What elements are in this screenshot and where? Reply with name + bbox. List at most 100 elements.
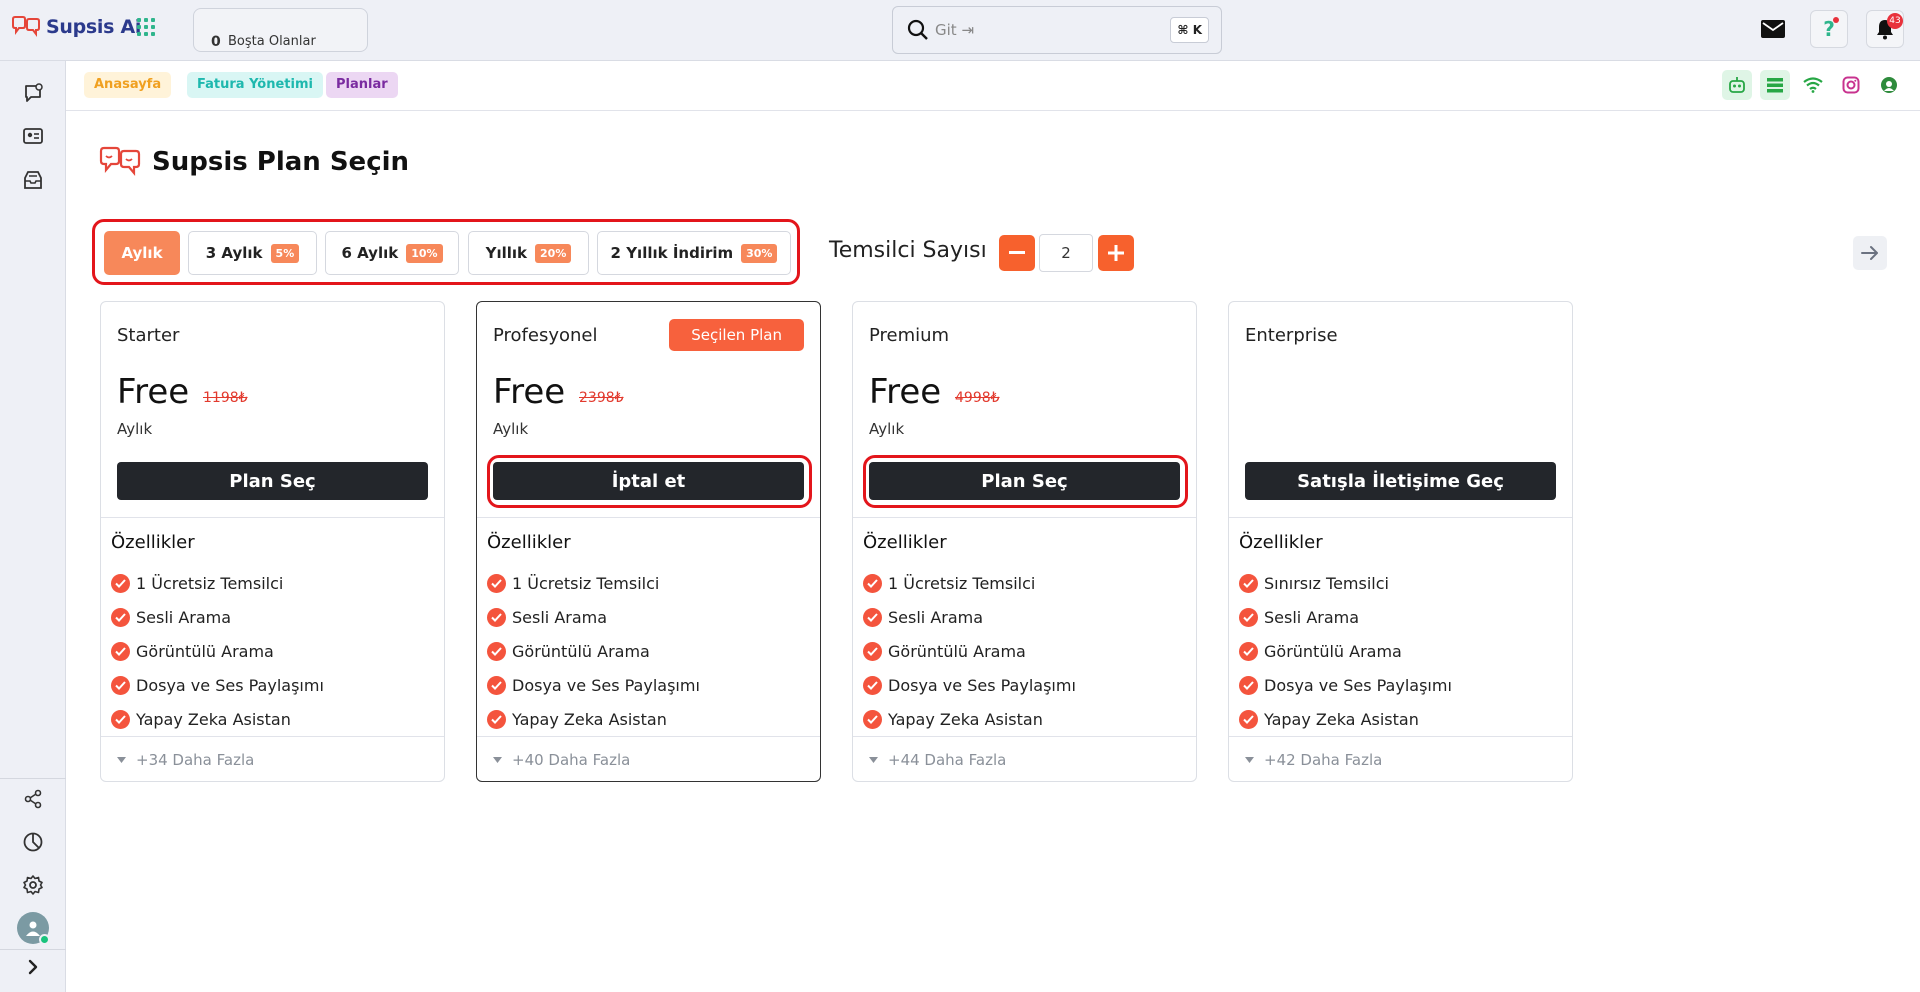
check-icon — [111, 675, 130, 695]
show-more-toggle[interactable]: +34 Daha Fazla — [117, 751, 254, 769]
online-status-dot — [39, 934, 50, 945]
list-item: 1 Ücretsiz Temsilci — [111, 566, 324, 600]
cancel-plan-button[interactable]: İptal et — [493, 462, 804, 500]
list-item: Sesli Arama — [487, 600, 700, 634]
plan-name: Enterprise — [1245, 325, 1338, 346]
plan-price: Free — [869, 372, 942, 412]
list-item: 1 Ücretsiz Temsilci — [487, 566, 700, 600]
plan-period: Aylık — [493, 420, 529, 438]
logo-icon — [12, 16, 40, 37]
check-icon — [863, 675, 882, 695]
list-icon[interactable] — [1760, 70, 1790, 100]
list-item: Görüntülü Arama — [111, 634, 324, 668]
user-avatar[interactable] — [17, 912, 50, 945]
breadcrumb-bar: Anasayfa Fatura Yönetimi Planlar — [66, 61, 1920, 111]
instagram-icon[interactable] — [1836, 70, 1866, 100]
representative-count-input[interactable]: 2 — [1039, 234, 1093, 272]
select-plan-button[interactable]: Plan Seç — [117, 462, 428, 500]
idle-agents-box[interactable]: 0 Boşta Olanlar — [193, 8, 368, 52]
notification-bell-icon[interactable]: 43 — [1866, 10, 1904, 48]
check-icon — [487, 709, 506, 729]
next-arrow-button[interactable] — [1853, 236, 1887, 270]
list-item: Dosya ve Ses Paylaşımı — [111, 668, 324, 702]
plan-card-profesyonel: Profesyonel Seçilen Plan Free 2398₺ Aylı… — [476, 301, 821, 782]
check-icon — [863, 607, 882, 627]
features-title: Özellikler — [487, 532, 571, 553]
breadcrumb-planlar[interactable]: Planlar — [326, 72, 398, 98]
list-item: Yapay Zeka Asistan — [863, 702, 1076, 736]
page-header: Supsis Plan Seçin — [98, 146, 409, 178]
headset-status-icon[interactable] — [1874, 70, 1904, 100]
list-item: Yapay Zeka Asistan — [487, 702, 700, 736]
contacts-icon[interactable] — [20, 123, 46, 149]
feature-list: 1 Ücretsiz Temsilci Sesli Arama Görüntül… — [863, 566, 1076, 736]
list-item: Dosya ve Ses Paylaşımı — [863, 668, 1076, 702]
check-icon — [487, 675, 506, 695]
expand-sidebar-chevron-icon[interactable] — [20, 954, 46, 980]
period-aylik-button[interactable]: Aylık — [104, 231, 180, 275]
caret-down-icon — [869, 757, 878, 763]
show-more-toggle[interactable]: +40 Daha Fazla — [493, 751, 630, 769]
list-item: Sesli Arama — [863, 600, 1076, 634]
bot-icon[interactable] — [1722, 70, 1752, 100]
plan-old-price: 1198₺ — [203, 390, 248, 406]
apps-grid-icon[interactable] — [137, 18, 155, 36]
minus-icon — [1009, 251, 1025, 254]
check-icon — [1239, 573, 1258, 593]
period-yillik-button[interactable]: Yıllık 20% — [468, 231, 589, 275]
wifi-icon[interactable] — [1798, 70, 1828, 100]
list-item: Dosya ve Ses Paylaşımı — [487, 668, 700, 702]
arrow-right-icon — [1861, 246, 1878, 260]
inbox-icon[interactable] — [20, 167, 46, 193]
show-more-toggle[interactable]: +42 Daha Fazla — [1245, 751, 1382, 769]
search-input[interactable]: Git ⇥ ⌘ K — [892, 6, 1222, 54]
chat-icon[interactable] — [20, 80, 46, 106]
decrease-button[interactable] — [999, 235, 1035, 271]
discount-badge: 30% — [741, 243, 778, 263]
help-icon[interactable]: ? — [1810, 10, 1848, 48]
mail-icon[interactable] — [1754, 10, 1792, 48]
plan-card-starter: Starter Free 1198₺ Aylık Plan Seç Özelli… — [100, 301, 445, 782]
show-more-toggle[interactable]: +44 Daha Fazla — [869, 751, 1006, 769]
check-icon — [111, 641, 130, 661]
app-logo[interactable]: Supsis Ai — [10, 15, 141, 39]
check-icon — [111, 709, 130, 729]
supsis-logo-icon — [99, 146, 141, 177]
period-6-aylik-button[interactable]: 6 Aylık 10% — [325, 231, 459, 275]
discount-badge: 10% — [406, 243, 443, 263]
contact-sales-button[interactable]: Satışla İletişime Geç — [1245, 462, 1556, 500]
check-icon — [111, 573, 130, 593]
caret-down-icon — [117, 757, 126, 763]
breadcrumb-fatura-yonetimi[interactable]: Fatura Yönetimi — [187, 72, 323, 98]
share-icon[interactable] — [20, 786, 46, 812]
top-bar: Supsis Ai 0 Boşta Olanlar Git ⇥ ⌘ K ? 43 — [0, 0, 1920, 61]
caret-down-icon — [1245, 757, 1254, 763]
period-3-aylik-button[interactable]: 3 Aylık 5% — [188, 231, 317, 275]
check-icon — [1239, 709, 1258, 729]
period-label: 2 Yıllık İndirim — [610, 244, 734, 262]
period-label: Aylık — [121, 244, 163, 262]
check-icon — [863, 709, 882, 729]
notification-count: 43 — [1887, 13, 1903, 29]
list-item: Sınırsız Temsilci — [1239, 566, 1452, 600]
settings-gear-icon[interactable] — [20, 872, 46, 898]
check-icon — [487, 641, 506, 661]
idle-label: Boşta Olanlar — [228, 34, 316, 49]
selected-plan-badge: Seçilen Plan — [669, 319, 804, 351]
select-plan-button[interactable]: Plan Seç — [869, 462, 1180, 500]
check-icon — [863, 573, 882, 593]
check-icon — [487, 573, 506, 593]
list-item: Görüntülü Arama — [863, 634, 1076, 668]
period-label: Yıllık — [485, 244, 528, 262]
list-item: Sesli Arama — [1239, 600, 1452, 634]
increase-button[interactable] — [1098, 235, 1134, 271]
plan-old-price: 4998₺ — [955, 390, 1000, 406]
caret-down-icon — [493, 757, 502, 763]
list-item: Yapay Zeka Asistan — [1239, 702, 1452, 736]
breadcrumb-anasayfa[interactable]: Anasayfa — [84, 72, 172, 98]
period-2-yillik-button[interactable]: 2 Yıllık İndirim 30% — [597, 231, 791, 275]
plan-card-premium: Premium Free 4998₺ Aylık Plan Seç Özelli… — [852, 301, 1197, 782]
reports-pie-icon[interactable] — [20, 829, 46, 855]
plan-price: Free — [117, 372, 190, 412]
list-item: Yapay Zeka Asistan — [111, 702, 324, 736]
